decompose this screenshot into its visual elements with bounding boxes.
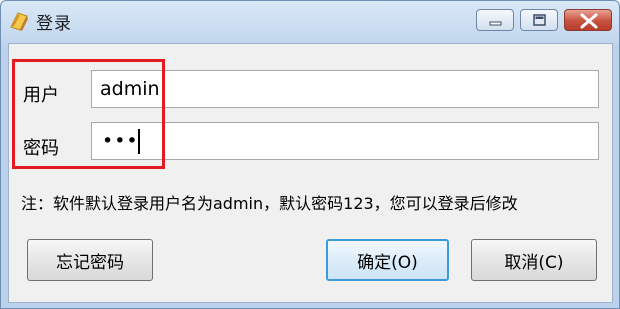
cancel-button[interactable]: 取消(C) — [471, 239, 597, 281]
window-title: 登录 — [36, 14, 72, 34]
forgot-password-button[interactable]: 忘记密码 — [27, 239, 153, 281]
app-icon — [8, 10, 30, 32]
close-button[interactable] — [564, 9, 612, 31]
username-input[interactable]: admin — [91, 70, 599, 108]
dialog-body: 用户 admin 密码 ••• 注：软件默认登录用户名为admin，默认密码12… — [8, 43, 613, 303]
login-window: 登录 用户 admin 密码 ••• 注：软件默认登录用户名为admin，默认密… — [0, 0, 620, 309]
password-input[interactable]: ••• — [91, 122, 599, 160]
title-bar[interactable]: 登录 — [1, 1, 619, 43]
default-credentials-note: 注：软件默认登录用户名为admin，默认密码123，您可以登录后修改 — [21, 194, 518, 213]
minimize-button[interactable] — [476, 9, 514, 31]
maximize-button[interactable] — [520, 9, 558, 31]
close-icon — [580, 13, 598, 29]
credentials-highlight-box — [12, 59, 165, 169]
ok-button[interactable]: 确定(O) — [326, 239, 449, 281]
maximize-icon — [533, 14, 546, 26]
minimize-icon — [489, 21, 502, 26]
